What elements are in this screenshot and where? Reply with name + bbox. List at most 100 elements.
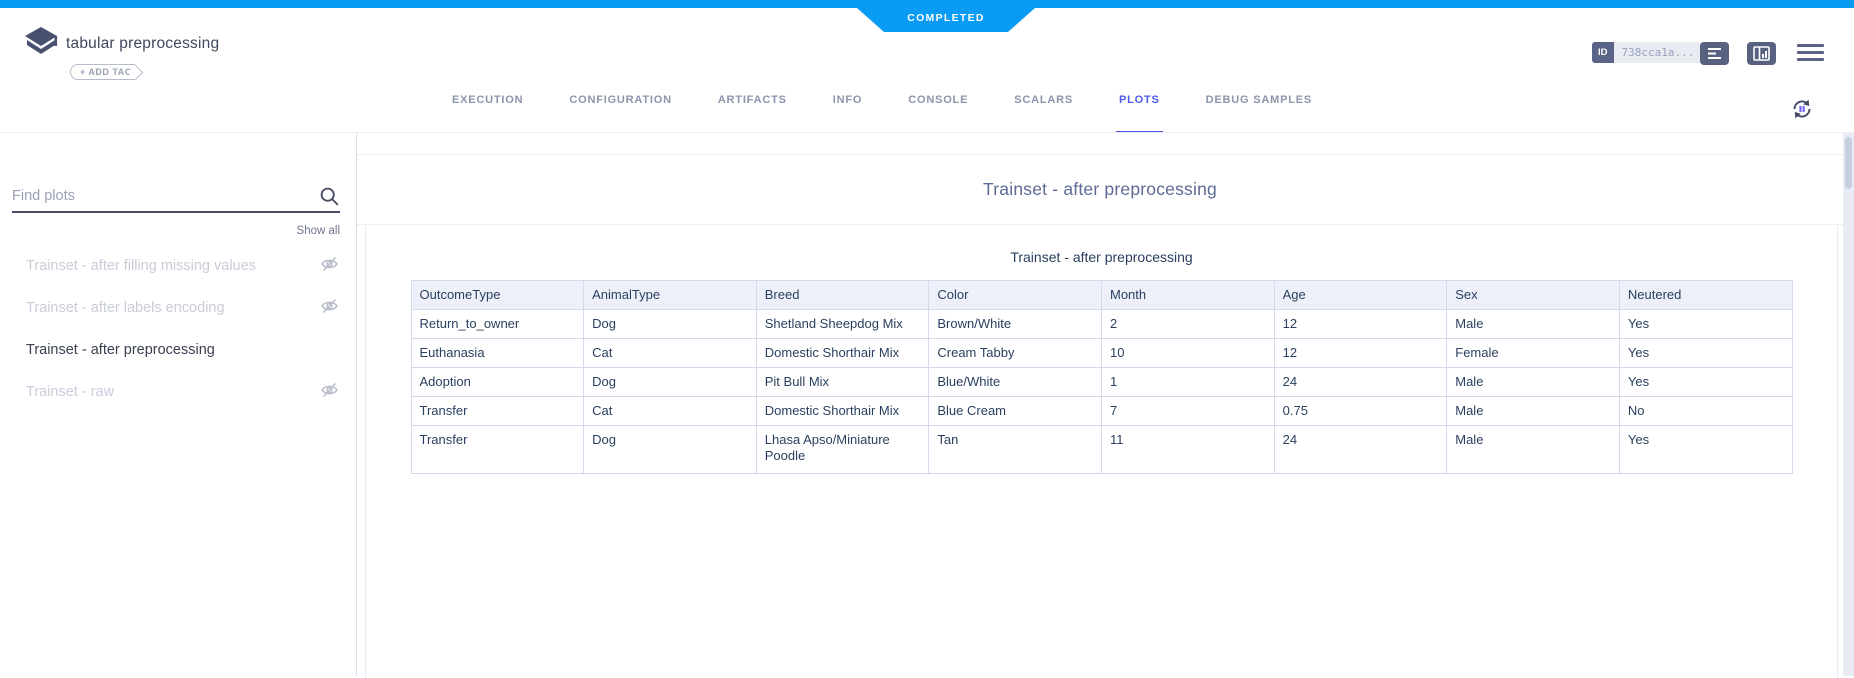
table-cell: 2 xyxy=(1102,310,1275,339)
split-view-button[interactable] xyxy=(1747,42,1776,65)
plot-title: Trainset - after preprocessing xyxy=(366,249,1837,265)
table-header-row: OutcomeTypeAnimalTypeBreedColorMonthAgeS… xyxy=(411,281,1792,310)
table-cell: Blue/White xyxy=(929,368,1102,397)
column-header: Age xyxy=(1274,281,1447,310)
auto-refresh-button[interactable] xyxy=(1789,96,1815,122)
table-cell: 1 xyxy=(1102,368,1275,397)
table-cell: Transfer xyxy=(411,397,584,426)
menu-button[interactable] xyxy=(1797,44,1824,61)
add-tag-button[interactable]: + ADD TAG xyxy=(70,64,135,80)
table-cell: 0.75 xyxy=(1274,397,1447,426)
experiment-id-chip: ID 738cca1a... xyxy=(1592,42,1702,63)
table-cell: Shetland Sheepdog Mix xyxy=(756,310,929,339)
column-header: OutcomeType xyxy=(411,281,584,310)
plot-group-title: Trainset - after preprocessing xyxy=(357,154,1843,225)
id-value: 738cca1a... xyxy=(1614,42,1703,63)
table-cell: Male xyxy=(1447,397,1620,426)
plot-list: Trainset - after filling missing values … xyxy=(0,245,356,413)
id-label: ID xyxy=(1592,42,1614,63)
table-cell: Male xyxy=(1447,368,1620,397)
table-cell: 11 xyxy=(1102,426,1275,474)
menu-bar xyxy=(1797,51,1824,54)
eye-off-icon[interactable] xyxy=(320,382,339,402)
column-header: Color xyxy=(929,281,1102,310)
tab-info[interactable]: INFO xyxy=(810,88,885,133)
table-cell: No xyxy=(1619,397,1792,426)
table-cell: Yes xyxy=(1619,426,1792,474)
table-cell: Brown/White xyxy=(929,310,1102,339)
tab-execution[interactable]: EXECUTION xyxy=(429,88,546,133)
tab-console[interactable]: CONSOLE xyxy=(885,88,991,133)
table-cell: Cat xyxy=(584,397,757,426)
table-cell: 12 xyxy=(1274,339,1447,368)
eye-off-icon[interactable] xyxy=(320,298,339,318)
plot-list-item[interactable]: Trainset - after filling missing values xyxy=(0,245,356,287)
data-table: OutcomeTypeAnimalTypeBreedColorMonthAgeS… xyxy=(411,280,1793,474)
table-cell: Transfer xyxy=(411,426,584,474)
tab-bar: EXECUTIONCONFIGURATIONARTIFACTSINFOCONSO… xyxy=(0,88,1809,133)
tab-configuration[interactable]: CONFIGURATION xyxy=(546,88,694,133)
table-cell: Dog xyxy=(584,310,757,339)
details-view-button[interactable] xyxy=(1700,42,1729,65)
status-badge: COMPLETED xyxy=(857,8,1035,32)
tab-artifacts[interactable]: ARTIFACTS xyxy=(695,88,810,133)
table-cell: Male xyxy=(1447,310,1620,339)
table-cell: Lhasa Apso/Miniature Poodle xyxy=(756,426,929,474)
table-cell: Male xyxy=(1447,426,1620,474)
column-header: Sex xyxy=(1447,281,1620,310)
table-row: TransferDogLhasa Apso/Miniature PoodleTa… xyxy=(411,426,1792,474)
plot-list-item[interactable]: Trainset - after preprocessing xyxy=(0,329,356,371)
table-cell: Dog xyxy=(584,426,757,474)
table-cell: 12 xyxy=(1274,310,1447,339)
column-header: Month xyxy=(1102,281,1275,310)
table-cell: 7 xyxy=(1102,397,1275,426)
table-cell: Cat xyxy=(584,339,757,368)
table-cell: Yes xyxy=(1619,310,1792,339)
find-plots-input[interactable] xyxy=(12,180,302,211)
show-all-link[interactable]: Show all xyxy=(297,225,340,237)
table-body: Return_to_ownerDogShetland Sheepdog MixB… xyxy=(411,310,1792,474)
plots-sidebar: Show all Trainset - after filling missin… xyxy=(0,133,357,676)
table-cell: Cream Tabby xyxy=(929,339,1102,368)
clearml-logo-icon xyxy=(22,26,60,60)
table-cell: Yes xyxy=(1619,368,1792,397)
table-cell: Blue Cream xyxy=(929,397,1102,426)
table-row: AdoptionDogPit Bull MixBlue/White124Male… xyxy=(411,368,1792,397)
table-cell: Female xyxy=(1447,339,1620,368)
table-row: EuthanasiaCatDomestic Shorthair MixCream… xyxy=(411,339,1792,368)
tab-scalars[interactable]: SCALARS xyxy=(991,88,1096,133)
table-cell: 24 xyxy=(1274,426,1447,474)
table-cell: Return_to_owner xyxy=(411,310,584,339)
plot-item-label: Trainset - raw xyxy=(26,384,320,400)
table-row: Return_to_ownerDogShetland Sheepdog MixB… xyxy=(411,310,1792,339)
experiment-title: tabular preprocessing xyxy=(66,35,219,53)
table-row: TransferCatDomestic Shorthair MixBlue Cr… xyxy=(411,397,1792,426)
search-row xyxy=(12,180,340,213)
plot-list-item[interactable]: Trainset - raw xyxy=(0,371,356,413)
table-cell: Dog xyxy=(584,368,757,397)
column-header: AnimalType xyxy=(584,281,757,310)
plot-item-label: Trainset - after labels encoding xyxy=(26,300,320,316)
menu-bar xyxy=(1797,44,1824,47)
column-header: Breed xyxy=(756,281,929,310)
plot-list-item[interactable]: Trainset - after labels encoding xyxy=(0,287,356,329)
table-cell: Euthanasia xyxy=(411,339,584,368)
main-panel: Trainset - after preprocessing Trainset … xyxy=(357,133,1843,676)
plot-item-label: Trainset - after filling missing values xyxy=(26,258,320,274)
table-cell: Domestic Shorthair Mix xyxy=(756,339,929,368)
eye-off-icon[interactable] xyxy=(320,256,339,276)
plot-card: Trainset - after preprocessing OutcomeTy… xyxy=(365,225,1838,678)
scrollbar-thumb[interactable] xyxy=(1845,137,1852,189)
table-cell: 24 xyxy=(1274,368,1447,397)
column-header: Neutered xyxy=(1619,281,1792,310)
tab-plots[interactable]: PLOTS xyxy=(1096,88,1183,133)
top-accent-bar xyxy=(0,0,1854,8)
table-cell: Domestic Shorthair Mix xyxy=(756,397,929,426)
tab-debug-samples[interactable]: DEBUG SAMPLES xyxy=(1183,88,1335,133)
table-cell: 10 xyxy=(1102,339,1275,368)
table-cell: Tan xyxy=(929,426,1102,474)
menu-bar xyxy=(1797,58,1824,61)
table-cell: Pit Bull Mix xyxy=(756,368,929,397)
table-cell: Adoption xyxy=(411,368,584,397)
search-icon[interactable] xyxy=(319,186,340,212)
